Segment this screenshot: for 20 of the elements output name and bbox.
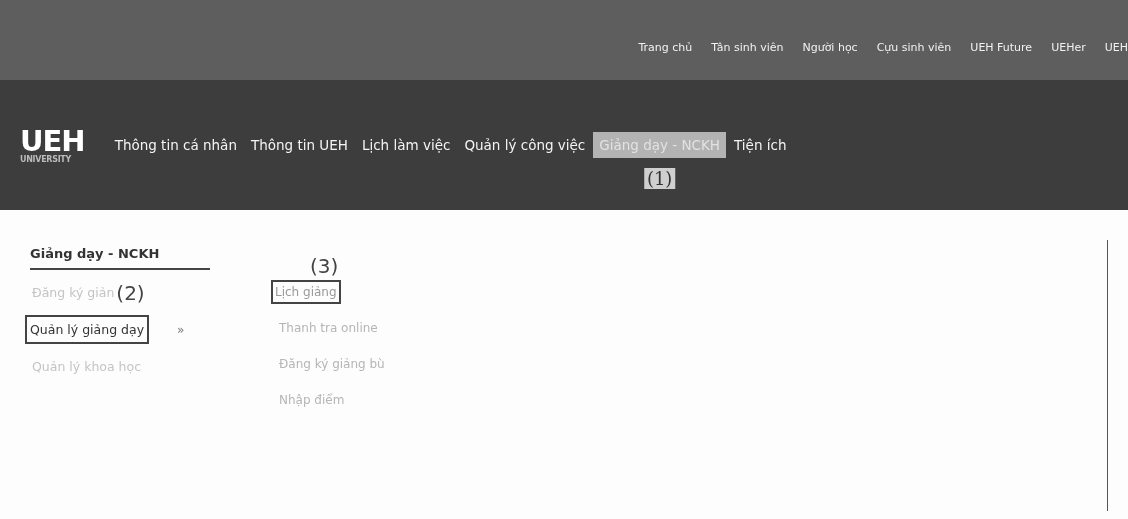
logo-subtitle: UNIVERSITY bbox=[20, 154, 71, 164]
top-nav-link[interactable]: Trang chủ bbox=[638, 40, 693, 54]
annotation-label: (3) bbox=[310, 254, 340, 278]
top-nav-link[interactable]: UEHer bbox=[1051, 40, 1086, 54]
section-title: Giảng dạy - NCKH bbox=[30, 246, 210, 270]
top-nav-link[interactable]: Cựu sinh viên bbox=[876, 40, 952, 54]
top-nav-link[interactable]: UEH Future bbox=[970, 40, 1033, 54]
chevron-icon: » bbox=[177, 322, 185, 337]
annotation-label: (1) bbox=[643, 168, 676, 189]
sidebar-item[interactable]: Quản lý giảng dạy bbox=[25, 315, 150, 344]
nav-tab[interactable]: Lịch làm việc bbox=[355, 132, 457, 158]
top-nav-link[interactable]: Tân sinh viên bbox=[711, 40, 784, 54]
nav-tab[interactable]: Tiện ích bbox=[728, 132, 793, 158]
nav-tab[interactable]: Quản lý công việc bbox=[458, 132, 592, 158]
top-nav-link[interactable]: UEH bbox=[1104, 40, 1128, 54]
logo-text: UEH bbox=[20, 126, 85, 155]
top-nav-link[interactable]: Người học bbox=[802, 40, 858, 54]
nav-tab[interactable]: Thông tin cá nhân bbox=[108, 132, 243, 158]
annotation-label: (2) bbox=[116, 280, 145, 305]
nav-tab[interactable]: Thông tin UEH bbox=[244, 132, 354, 158]
